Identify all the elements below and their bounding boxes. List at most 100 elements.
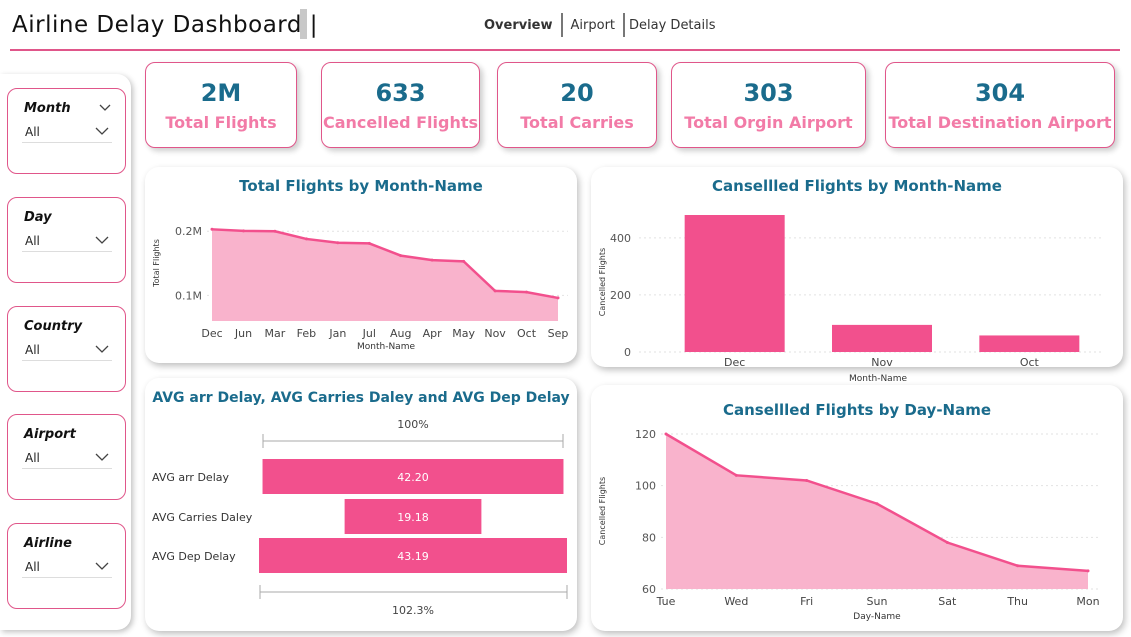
x-tick-label: Thu: [1006, 595, 1028, 608]
y-tick-label: 120: [635, 428, 656, 441]
kpi-total-origin-airport: 303 Total Orgin Airport: [671, 62, 866, 148]
y-tick-label: 400: [610, 232, 631, 245]
slicer-label: Country: [24, 319, 83, 334]
x-tick-label: Jun: [234, 327, 252, 340]
avg-delay-card: AVG arr Delay, AVG Carries Daley and AVG…: [145, 378, 577, 631]
cancelled-flights-by-day-card: Cansellled Flights by Day-Name 60 80 100 12…: [591, 385, 1123, 631]
filter-panel: Month All Day All Country All Airport Al…: [0, 74, 131, 630]
chevron-down-icon: [95, 236, 109, 244]
kpi-label: Total Destination Airport: [888, 113, 1112, 132]
x-tick-label: Nov: [871, 356, 893, 369]
data-point: [462, 259, 466, 263]
airline-slicer: Airline All: [7, 523, 126, 609]
kpi-value: 303: [743, 79, 794, 107]
day-dropdown[interactable]: All: [22, 230, 112, 252]
kpi-total-carries: 20 Total Carries: [497, 62, 657, 148]
funnel-value-label: 43.19: [397, 550, 429, 563]
x-axis-label: Day-Name: [853, 612, 901, 622]
data-point: [336, 241, 340, 245]
nav-airport[interactable]: Airport: [563, 18, 624, 33]
data-point: [1016, 564, 1020, 568]
month-dropdown[interactable]: All: [22, 121, 112, 143]
country-slicer: Country All: [7, 306, 126, 392]
cancelled-flights-day-area-chart[interactable]: 60 80 100 120 Tue Wed Fri Sun Sat Thu Mon Day-Name C…: [591, 385, 1123, 631]
data-point: [241, 229, 245, 233]
x-tick-label: Jul: [362, 327, 376, 340]
kpi-value: 633: [375, 79, 426, 107]
cancelled-flights-by-month-card: Cansellled Flights by Month-Name 0 200 400…: [591, 167, 1123, 384]
y-axis-label: Cancelled Flights: [598, 477, 607, 545]
data-point: [945, 541, 949, 544]
funnel-bottom-label: 102.3%: [392, 604, 434, 617]
month-slicer: Month All: [7, 88, 126, 174]
dropdown-value: All: [25, 450, 40, 465]
data-point: [734, 473, 738, 477]
avg-delay-funnel-chart[interactable]: 100% 42.20 AVG arr Delay 19.18 AVG Carries D…: [145, 378, 577, 631]
data-point: [556, 296, 560, 300]
x-tick-label: Tue: [656, 595, 676, 608]
nav-delay-details[interactable]: Delay Details: [625, 18, 723, 33]
nav-overview[interactable]: Overview: [476, 18, 561, 33]
slicer-label: Day: [24, 210, 52, 225]
x-tick-label: Oct: [517, 327, 537, 340]
chevron-down-icon: [95, 453, 109, 461]
dropdown-value: All: [25, 559, 40, 574]
x-tick-label: Feb: [297, 327, 316, 340]
chevron-down-icon: [95, 127, 109, 135]
funnel-category-label: AVG arr Delay: [152, 471, 229, 484]
data-point: [367, 241, 371, 245]
data-point: [875, 502, 879, 506]
data-point: [664, 432, 668, 436]
chevron-down-icon: [95, 562, 109, 570]
y-tick-label: 200: [610, 289, 631, 302]
chevron-down-icon: [95, 345, 109, 353]
cancelled-flights-bar-chart[interactable]: 0 200 400 Dec Nov Oct Month-Name Cancelled Flig…: [591, 167, 1123, 387]
y-tick-label: 0.2M: [175, 225, 202, 238]
slicer-label: Airport: [24, 427, 76, 442]
kpi-label: Cancelled Flights: [322, 113, 479, 132]
funnel-top-label: 100%: [397, 418, 428, 431]
kpi-value: 20: [560, 79, 594, 107]
y-tick-label: 100: [635, 480, 656, 493]
x-tick-label: Sep: [548, 327, 569, 340]
kpi-value: 304: [974, 79, 1026, 107]
kpi-total-flights: 2M Total Flights: [145, 62, 297, 148]
x-tick-label: Nov: [484, 327, 506, 340]
data-point: [430, 258, 434, 262]
kpi-label: Total Flights: [165, 113, 277, 132]
dropdown-value: All: [25, 233, 40, 248]
x-axis-label: Month-Name: [849, 374, 907, 384]
bar: [979, 335, 1080, 352]
x-tick-label: Wed: [724, 595, 748, 608]
x-tick-label: Oct: [1020, 356, 1040, 369]
y-tick-label: 0.1M: [175, 289, 202, 302]
funnel-value-label: 19.18: [397, 511, 429, 524]
kpi-total-destination-airport: 304 Total Destination Airport: [885, 62, 1115, 148]
x-tick-label: Mon: [1076, 595, 1099, 608]
x-tick-label: Aug: [390, 327, 411, 340]
chevron-down-icon[interactable]: [99, 101, 111, 115]
bar: [684, 215, 785, 352]
bar: [832, 324, 932, 352]
total-flights-area-chart[interactable]: 0.1M 0.2M Dec Jun Mar Feb Jan Jul Aug Apr May Nov Oc…: [145, 167, 577, 363]
airline-dropdown[interactable]: All: [22, 556, 112, 578]
header-divider: [10, 49, 1120, 51]
airport-slicer: Airport All: [7, 414, 126, 500]
page-title: Airline Delay Dashboard |: [12, 12, 319, 38]
airport-dropdown[interactable]: All: [22, 447, 112, 469]
slicer-label: Airline: [24, 536, 72, 551]
page-navigation: Overview Airport Delay Details: [476, 12, 724, 38]
x-tick-label: Mar: [265, 327, 286, 340]
x-tick-label: Sat: [938, 595, 957, 608]
x-tick-label: Jan: [328, 327, 346, 340]
data-point: [210, 227, 214, 231]
x-axis-label: Month-Name: [357, 342, 415, 352]
data-point: [805, 479, 809, 482]
funnel-category-label: AVG Carries Daley: [152, 511, 253, 524]
data-point: [273, 229, 277, 233]
y-axis-label: Total Flights: [152, 239, 161, 288]
dropdown-value: All: [25, 124, 40, 139]
day-slicer: Day All: [7, 197, 126, 283]
country-dropdown[interactable]: All: [22, 339, 112, 361]
kpi-value: 2M: [200, 79, 242, 107]
